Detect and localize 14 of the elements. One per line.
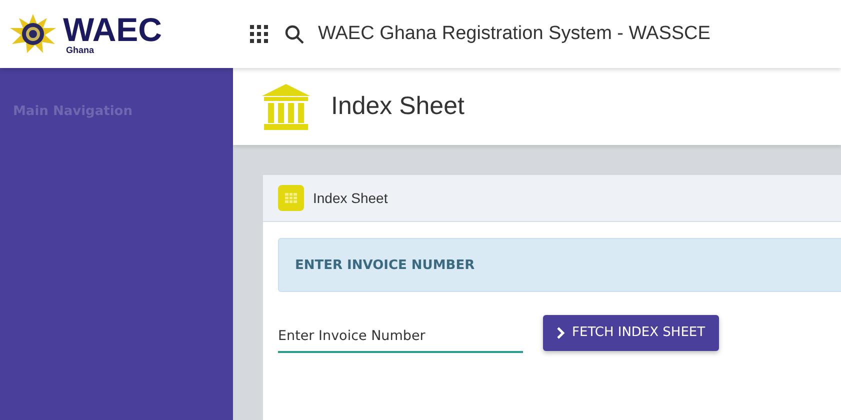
search-icon[interactable] <box>285 24 304 44</box>
app-title: WAEC Ghana Registration System - WASSCE <box>318 23 710 45</box>
table-icon <box>278 185 304 211</box>
chevron-right-icon <box>557 326 565 338</box>
invoice-number-field[interactable]: Enter Invoice Number <box>278 320 523 353</box>
sun-emblem-icon <box>9 14 57 54</box>
banner-text: ENTER INVOICE NUMBER <box>295 258 475 272</box>
bank-building-icon <box>261 82 311 132</box>
fetch-index-sheet-button[interactable]: FETCH INDEX SHEET <box>543 314 720 350</box>
card-title: Index Sheet <box>313 190 388 206</box>
logo-subtext: Ghana <box>66 46 96 55</box>
page-title: Index Sheet <box>331 92 464 121</box>
logo-text: WAEC <box>63 13 162 46</box>
apps-grid-icon[interactable] <box>250 25 268 43</box>
